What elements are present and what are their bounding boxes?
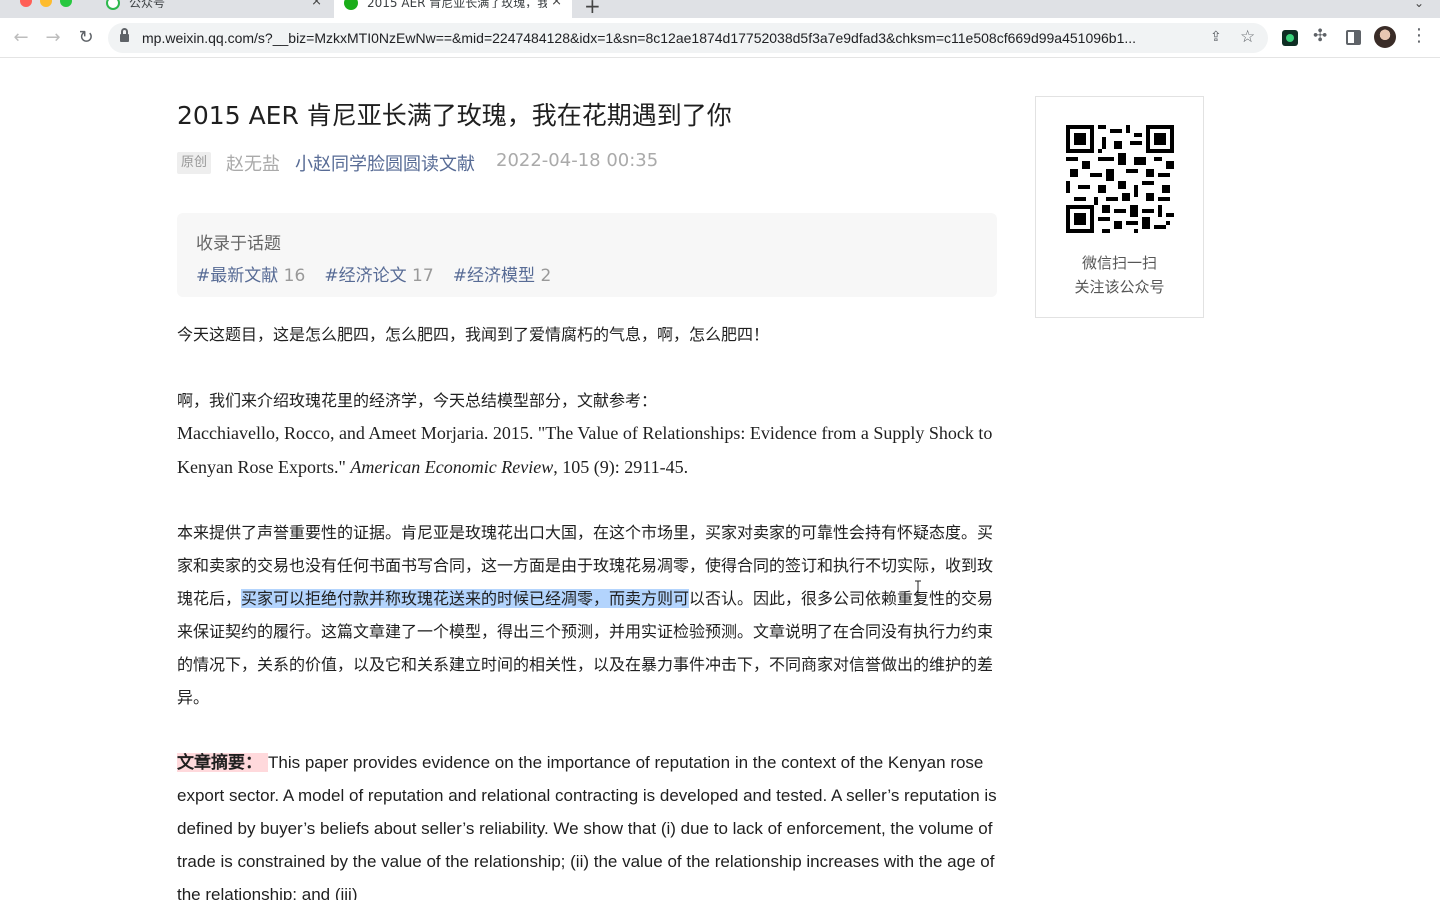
intro-paragraph: 今天这题目，这是怎么肥四，怎么肥四，我闻到了爱情腐朽的气息，啊，怎么肥四！ bbox=[177, 325, 770, 344]
reload-icon[interactable]: ↻ bbox=[75, 27, 97, 49]
lock-icon[interactable] bbox=[120, 28, 129, 43]
author-name: 赵无盐 bbox=[226, 154, 280, 175]
journal-name: American Economic Review bbox=[350, 457, 554, 477]
qr-card: 微信扫一扫 关注该公众号 bbox=[1035, 96, 1204, 318]
qr-caption: 微信扫一扫 关注该公众号 bbox=[1036, 251, 1203, 299]
summary-paragraph: 本来提供了声誉重要性的证据。肯尼亚是玫瑰花出口大国，在这个市场里，买家对卖家的可… bbox=[177, 523, 994, 707]
reference-intro: 啊，我们来介绍玫瑰花里的经济学，今天总结模型部分，文献参考： bbox=[177, 391, 658, 410]
qr-code-icon bbox=[1066, 125, 1174, 233]
tab-title: 2015 AER 肯尼亚长满了玫瑰，我 bbox=[367, 0, 547, 8]
tab-search-icon[interactable]: ⌄ bbox=[1414, 0, 1424, 10]
abstract-label: 文章摘要： bbox=[177, 753, 268, 772]
qr-caption-line1: 微信扫一扫 bbox=[1081, 254, 1157, 272]
browser-toolbar: ← → ↻ mp.weixin.qq.com/s?__biz=MzkxMTI0N… bbox=[0, 18, 1440, 58]
extension-icon[interactable] bbox=[1282, 30, 1298, 46]
side-panel-icon[interactable] bbox=[1346, 30, 1361, 45]
topic-tag-econ-models[interactable]: #经济模型 2 bbox=[453, 261, 551, 286]
star-icon[interactable]: ☆ bbox=[1240, 27, 1255, 47]
tab-title: 公众号 bbox=[129, 0, 166, 8]
topic-box: 收录于话题 #最新文献 16 #经济论文 17 #经济模型 2 bbox=[177, 213, 997, 297]
topic-tag-latest[interactable]: #最新文献 16 bbox=[196, 261, 305, 286]
wechat-favicon-icon bbox=[344, 0, 358, 10]
back-icon[interactable]: ← bbox=[10, 27, 32, 49]
account-name-link[interactable]: 小赵同学脸圆圆读文献 bbox=[295, 150, 475, 176]
qr-caption-line2: 关注该公众号 bbox=[1074, 278, 1165, 296]
tab-strip: 公众号 × 2015 AER 肯尼亚长满了玫瑰，我 × + ⌄ bbox=[0, 0, 1440, 18]
url-text[interactable]: mp.weixin.qq.com/s?__biz=MzkxMTI0NzEwNw=… bbox=[142, 30, 1202, 46]
selected-text: 买家可以拒绝付款并称玫瑰花送来的时候已经凋零，而卖方则可 bbox=[241, 589, 690, 608]
new-tab-button[interactable]: + bbox=[584, 0, 601, 18]
topic-tag-econ-papers[interactable]: #经济论文 17 bbox=[324, 261, 433, 286]
menu-icon[interactable]: ⋮ bbox=[1410, 25, 1428, 46]
abstract-text: This paper provides evidence on the impo… bbox=[177, 753, 997, 900]
share-icon[interactable]: ⇪ bbox=[1210, 29, 1222, 45]
topics-label: 收录于话题 bbox=[196, 234, 281, 254]
avatar[interactable] bbox=[1374, 26, 1396, 48]
puzzle-icon[interactable]: ✣ bbox=[1313, 26, 1327, 46]
close-window-button[interactable] bbox=[20, 0, 32, 7]
address-bar[interactable]: mp.weixin.qq.com/s?__biz=MzkxMTI0NzEwNw=… bbox=[108, 23, 1268, 53]
reference-citation: Macchiavello, Rocco, and Ameet Morjaria.… bbox=[177, 423, 993, 477]
article-title: 2015 AER 肯尼亚长满了玫瑰，我在花期遇到了你 bbox=[177, 101, 732, 130]
tab-article[interactable]: 2015 AER 肯尼亚长满了玫瑰，我 × bbox=[334, 0, 572, 18]
abstract-paragraph: 文章摘要： This paper provides evidence on the… bbox=[177, 746, 997, 900]
publish-date: 2022-04-18 00:35 bbox=[496, 150, 659, 171]
close-tab-icon[interactable]: × bbox=[551, 0, 562, 8]
forward-icon[interactable]: → bbox=[42, 27, 64, 49]
text-cursor-icon bbox=[915, 580, 921, 596]
maximize-window-button[interactable] bbox=[60, 0, 72, 7]
minimize-window-button[interactable] bbox=[40, 0, 52, 7]
original-badge: 原创 bbox=[177, 152, 212, 174]
close-tab-icon[interactable]: × bbox=[311, 0, 322, 8]
wechat-favicon-icon bbox=[106, 0, 120, 10]
topic-tags: #最新文献 16 #经济论文 17 #经济模型 2 bbox=[196, 261, 565, 286]
tab-official-account[interactable]: 公众号 × bbox=[96, 0, 332, 18]
